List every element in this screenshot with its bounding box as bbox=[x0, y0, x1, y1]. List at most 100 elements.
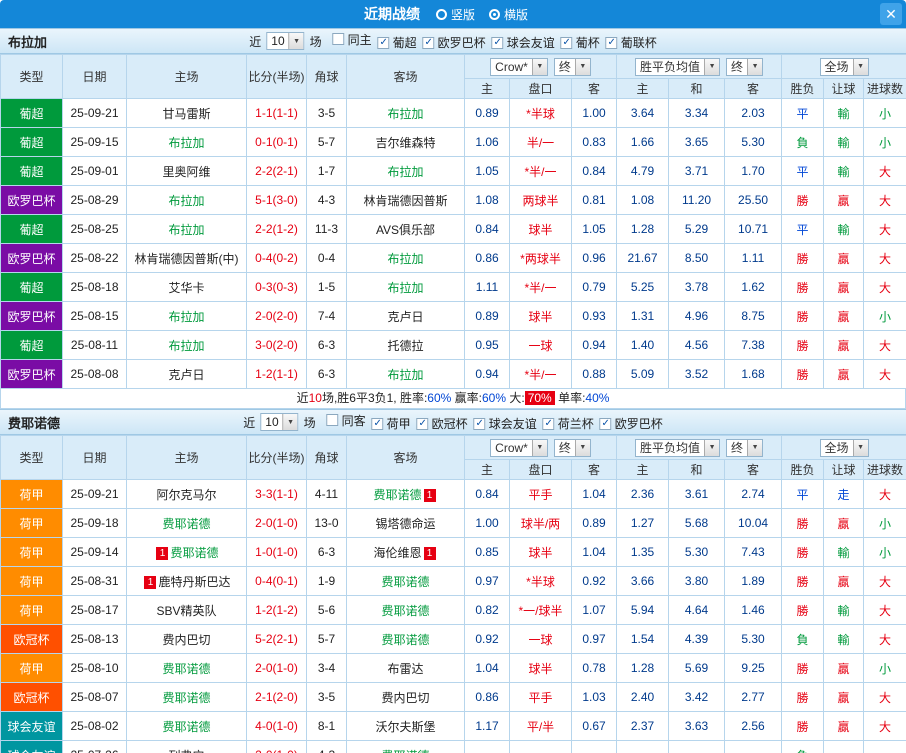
sub-header-handicap: 盘口 bbox=[510, 79, 572, 99]
summary-segment: 60% bbox=[427, 391, 451, 405]
draw-odds-cell bbox=[669, 741, 725, 753]
score-cell: 0-4(0-1) bbox=[247, 567, 307, 596]
home-team-cell: 1费耶诺德 bbox=[127, 538, 247, 567]
filter-checkbox[interactable]: ✓欧冠杯 bbox=[417, 415, 468, 432]
odds-away-cell: 1.00 bbox=[572, 99, 617, 128]
league-badge: 荷甲 bbox=[1, 509, 63, 538]
team-label: 林肯瑞德因普斯(中) bbox=[135, 252, 239, 266]
odds-away-cell: 0.78 bbox=[572, 654, 617, 683]
layout-option-horizontal[interactable]: 横版 bbox=[489, 6, 528, 23]
draw-odds-cell: 3.65 bbox=[669, 128, 725, 157]
lose-odds-cell: 2.77 bbox=[725, 683, 782, 712]
corner-cell: 4-11 bbox=[307, 480, 347, 509]
filter-checkbox[interactable]: ✓欧罗巴杯 bbox=[423, 34, 486, 51]
score-cell: 1-1(1-1) bbox=[247, 99, 307, 128]
filter-checkbox[interactable]: 同主 bbox=[333, 31, 372, 48]
match-row: 荷甲25-08-17SBV精英队1-2(1-2)5-6费耶诺德0.82*一/球半… bbox=[1, 596, 906, 625]
goals-result-cell: 小 bbox=[864, 302, 906, 331]
filter-checkbox[interactable]: ✓葡杯 bbox=[561, 34, 600, 51]
match-row: 欧罗巴杯25-08-08克卢日1-2(1-1)6-3布拉加0.94*半/一0.8… bbox=[1, 360, 906, 389]
result-cell: 負 bbox=[782, 625, 824, 654]
team-label: 甘马雷斯 bbox=[162, 107, 210, 121]
goals-result-cell: 大 bbox=[864, 480, 906, 509]
close-icon[interactable]: ✕ bbox=[880, 3, 902, 25]
match-row: 葡超25-09-21甘马雷斯1-1(1-1)3-5布拉加0.89*半球1.003… bbox=[1, 99, 906, 128]
filter-checkbox[interactable]: ✓葡联杯 bbox=[606, 34, 657, 51]
odds-source-select[interactable]: Crow*▼ bbox=[490, 439, 548, 457]
filter-checkbox[interactable]: ✓欧罗巴杯 bbox=[600, 415, 663, 432]
filter-checkbox[interactable]: ✓球会友谊 bbox=[492, 34, 555, 51]
handicap-result-cell: 輸 bbox=[824, 596, 864, 625]
result-cell: 勝 bbox=[782, 538, 824, 567]
radio-label: 横版 bbox=[504, 6, 528, 23]
result-cell: 平 bbox=[782, 480, 824, 509]
corner-cell: 6-3 bbox=[307, 331, 347, 360]
handicap-result-cell: 走 bbox=[824, 480, 864, 509]
away-team-cell: 林肯瑞德因普斯 bbox=[347, 186, 465, 215]
handicap-cell: 球半/两 bbox=[510, 509, 572, 538]
corner-cell: 5-7 bbox=[307, 625, 347, 654]
team-label: 布雷达 bbox=[387, 662, 423, 676]
team-label: 费耶诺德 bbox=[170, 546, 218, 560]
match-count-select[interactable]: 10 ▼ bbox=[260, 413, 298, 431]
handicap-result-cell: 贏 bbox=[824, 509, 864, 538]
titlebar: 近期战绩 竖版 横版 ✕ bbox=[0, 0, 906, 28]
odds-final-select[interactable]: 终▼ bbox=[554, 58, 591, 76]
win-odds-cell: 1.66 bbox=[617, 128, 669, 157]
sub-header-odds-away: 客 bbox=[572, 79, 617, 99]
filter-checkbox[interactable]: ✓球会友谊 bbox=[474, 415, 537, 432]
odds-final-select[interactable]: 终▼ bbox=[554, 439, 591, 457]
draw-odds-cell: 4.56 bbox=[669, 331, 725, 360]
team-label: 布拉加 bbox=[168, 310, 204, 324]
odds-home-cell: 0.95 bbox=[465, 331, 510, 360]
avg-final-select[interactable]: 终▼ bbox=[726, 439, 763, 457]
filter-checkbox[interactable]: ✓葡超 bbox=[378, 34, 417, 51]
result-cell: 勝 bbox=[782, 302, 824, 331]
match-row: 欧罗巴杯25-08-15布拉加2-0(2-0)7-4克卢日0.89球半0.931… bbox=[1, 302, 906, 331]
sub-header-odds-home: 主 bbox=[465, 79, 510, 99]
date-cell: 25-08-13 bbox=[63, 625, 127, 654]
filter-checkbox[interactable]: ✓荷兰杯 bbox=[543, 415, 594, 432]
filter-checkbox[interactable]: 同客 bbox=[327, 412, 366, 429]
layout-option-vertical[interactable]: 竖版 bbox=[436, 6, 475, 23]
corner-cell: 13-0 bbox=[307, 509, 347, 538]
odds-home-cell: 0.89 bbox=[465, 302, 510, 331]
draw-odds-cell: 3.80 bbox=[669, 567, 725, 596]
result-cell: 平 bbox=[782, 157, 824, 186]
avg-odds-select[interactable]: 胜平负均值▼ bbox=[635, 58, 720, 76]
goals-result-cell: 大 bbox=[864, 186, 906, 215]
scope-select[interactable]: 全场▼ bbox=[820, 439, 869, 457]
date-cell: 25-09-18 bbox=[63, 509, 127, 538]
lose-odds-cell: 8.75 bbox=[725, 302, 782, 331]
match-row: 球会友谊25-07-26列弗宁2-0(1-0)4-3费耶诺德負 bbox=[1, 741, 906, 753]
date-cell: 25-08-15 bbox=[63, 302, 127, 331]
team-label: 鹿特丹斯巴达 bbox=[158, 575, 230, 589]
date-cell: 25-08-07 bbox=[63, 683, 127, 712]
checkbox-label: 同客 bbox=[342, 412, 366, 429]
odds-away-cell: 1.04 bbox=[572, 480, 617, 509]
win-odds-cell: 5.25 bbox=[617, 273, 669, 302]
match-row: 葡超25-09-01里奥阿维2-2(2-1)1-7布拉加1.05*半/一0.84… bbox=[1, 157, 906, 186]
sub-header-odds-away: 客 bbox=[572, 460, 617, 480]
result-cell: 勝 bbox=[782, 509, 824, 538]
scope-select[interactable]: 全场▼ bbox=[820, 58, 869, 76]
away-team-cell: 费内巴切 bbox=[347, 683, 465, 712]
chevron-down-icon: ▼ bbox=[575, 59, 590, 75]
match-count-select[interactable]: 10 ▼ bbox=[266, 32, 304, 50]
away-team-cell: 费耶诺德1 bbox=[347, 480, 465, 509]
avg-final-select[interactable]: 终▼ bbox=[726, 58, 763, 76]
avg-odds-select[interactable]: 胜平负均值▼ bbox=[635, 439, 720, 457]
odds-source-select[interactable]: Crow*▼ bbox=[490, 58, 548, 76]
draw-odds-cell: 5.69 bbox=[669, 654, 725, 683]
checkbox-icon: ✓ bbox=[474, 418, 486, 430]
handicap-cell: 一球 bbox=[510, 625, 572, 654]
col-header-corner: 角球 bbox=[307, 436, 347, 480]
league-badge: 葡超 bbox=[1, 331, 63, 360]
rank-badge: 1 bbox=[424, 547, 436, 560]
win-odds-cell: 1.54 bbox=[617, 625, 669, 654]
corner-cell: 6-3 bbox=[307, 538, 347, 567]
handicap-result-cell: 贏 bbox=[824, 302, 864, 331]
date-cell: 25-09-01 bbox=[63, 157, 127, 186]
filter-checkbox[interactable]: ✓荷甲 bbox=[372, 415, 411, 432]
handicap-result-cell: 贏 bbox=[824, 654, 864, 683]
